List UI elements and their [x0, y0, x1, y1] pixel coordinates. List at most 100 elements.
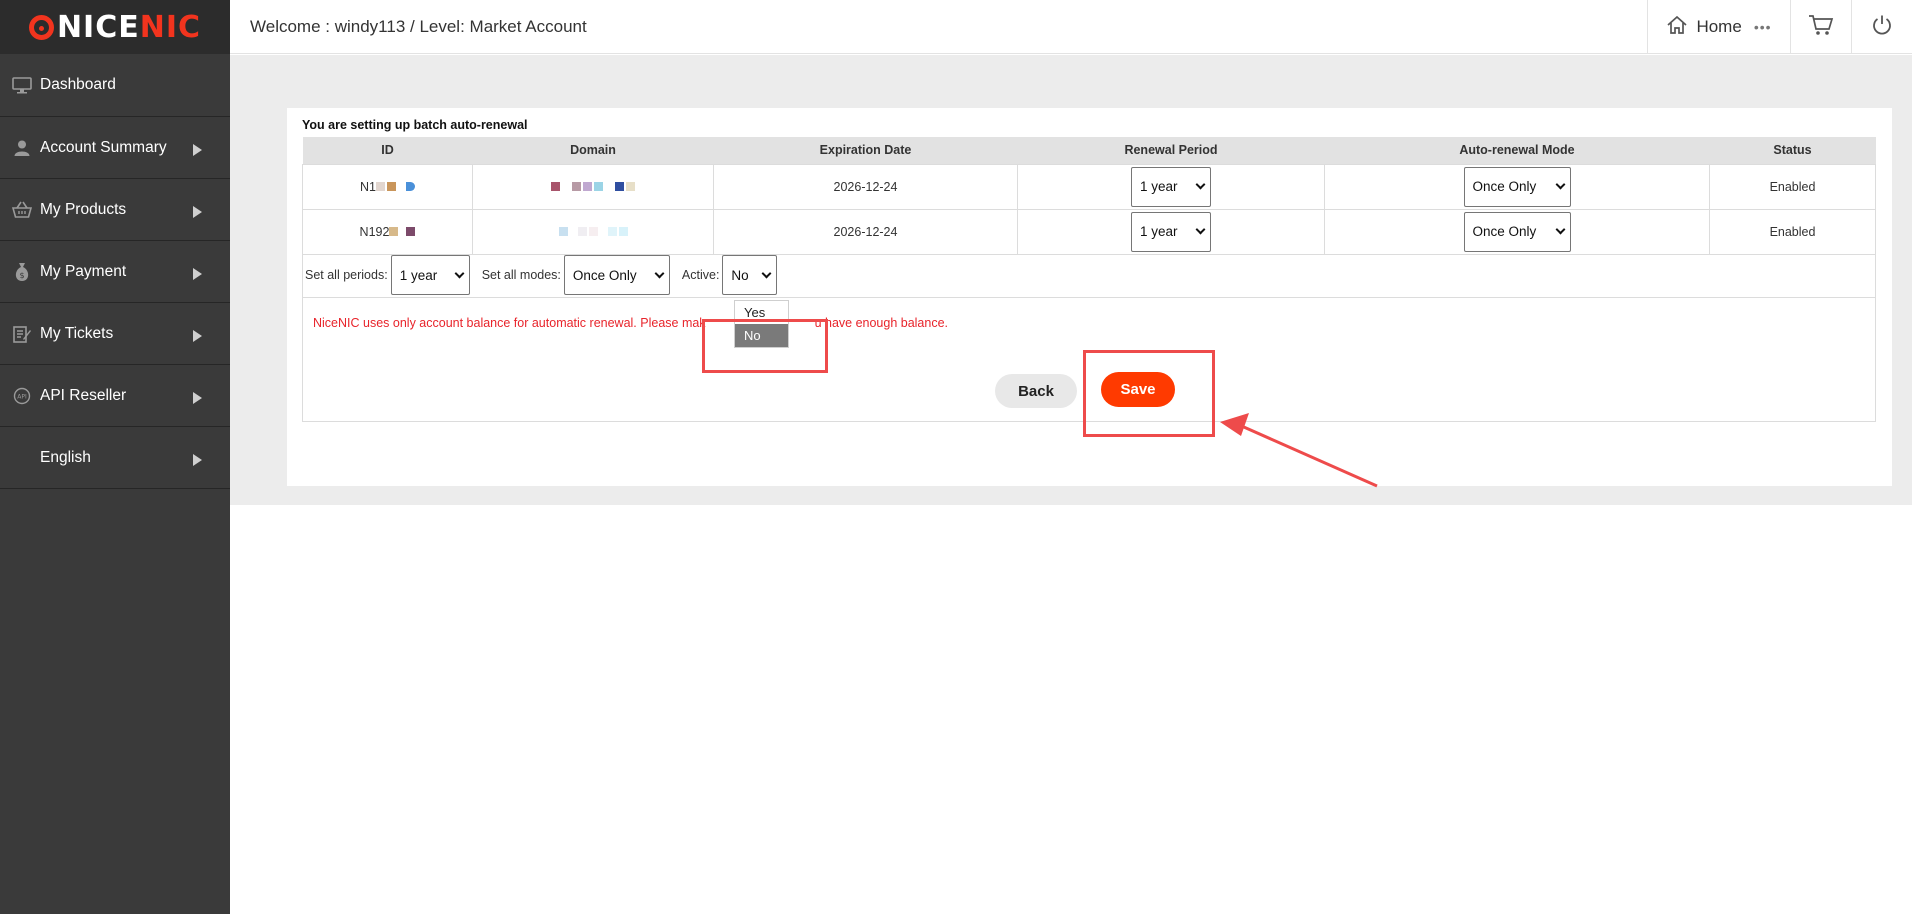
chevron-down-icon: [654, 268, 665, 278]
sidebar-item-language[interactable]: English: [0, 427, 230, 489]
cell-expiration: 2026-12-24: [713, 163, 1018, 210]
column-header-domain: Domain: [472, 137, 714, 164]
sidebar-item-my-tickets[interactable]: My Tickets: [0, 303, 230, 365]
set-all-periods-label: Set all periods:: [305, 268, 388, 282]
select-value: No: [731, 267, 749, 283]
top-right-actions: Home •••: [1647, 0, 1912, 54]
annotation-highlight-save: [1083, 350, 1215, 437]
sidebar-item-label: English: [40, 448, 91, 466]
logo-cat-icon: [28, 14, 54, 40]
chevron-right-icon: [193, 143, 202, 156]
column-header-status: Status: [1709, 137, 1876, 164]
column-header-expiration: Expiration Date: [713, 137, 1018, 164]
auto-renewal-mode-select[interactable]: Once Only: [1463, 166, 1571, 207]
welcome-text: Welcome : windy113 / Level: Market Accou…: [250, 17, 587, 36]
sidebar-item-label: Account Summary: [40, 138, 167, 156]
logout-button[interactable]: [1851, 0, 1912, 54]
chevron-right-icon: [193, 329, 202, 342]
select-value: 1 year: [399, 267, 438, 283]
redacted-id: [375, 181, 415, 191]
active-select[interactable]: No: [722, 255, 778, 295]
home-label: Home: [1696, 17, 1742, 36]
language-icon-spacer: [12, 448, 32, 468]
home-link[interactable]: Home •••: [1647, 0, 1790, 54]
logo-wordmark: NICE NIC: [28, 9, 202, 45]
chevron-down-icon: [761, 268, 772, 278]
table-row: N192 2026-12-24 1 year Once Only Enabled: [302, 208, 1876, 255]
redacted-domain: [551, 181, 635, 191]
renewal-table: ID Domain Expiration Date Renewal Period…: [302, 137, 1876, 255]
balance-notice: NiceNIC uses only account balance for au…: [313, 316, 948, 330]
notice-text-end: u have enough balance.: [814, 316, 949, 330]
sidebar-item-api-reseller[interactable]: API API Reseller: [0, 365, 230, 427]
logo-suffix: NIC: [139, 9, 202, 45]
sidebar-item-label: My Products: [40, 200, 127, 218]
select-value: Once Only: [1472, 179, 1537, 194]
sidebar-item-account-summary[interactable]: Account Summary: [0, 117, 230, 179]
row-id-text: N1: [360, 179, 376, 194]
cell-auto-renewal-mode: Once Only: [1324, 163, 1710, 210]
user-icon: [12, 138, 32, 158]
chevron-right-icon: [193, 391, 202, 404]
cell-id: N1: [302, 163, 473, 210]
money-bag-icon: $: [12, 262, 32, 282]
status-badge: Enabled: [1709, 163, 1876, 210]
table-row: N1 2026-12-24 1 year Once Only Enabled: [302, 163, 1876, 210]
cell-expiration: 2026-12-24: [713, 208, 1018, 255]
notice-text-start: NiceNIC uses only account balance for au…: [313, 316, 706, 330]
chevron-right-icon: [193, 267, 202, 280]
chevron-down-icon: [1195, 179, 1206, 190]
chevron-down-icon: [1195, 224, 1206, 235]
sidebar-item-dashboard[interactable]: Dashboard: [0, 54, 230, 117]
back-button[interactable]: Back: [995, 374, 1077, 408]
sidebar-item-my-payment[interactable]: $ My Payment: [0, 241, 230, 303]
column-header-id: ID: [302, 137, 473, 164]
card-title: You are setting up batch auto-renewal: [302, 118, 528, 132]
set-all-modes-select[interactable]: Once Only: [563, 255, 670, 295]
auto-renewal-mode-select[interactable]: Once Only: [1463, 211, 1571, 252]
renewal-period-select[interactable]: 1 year: [1131, 211, 1211, 252]
chevron-down-icon: [1555, 224, 1565, 235]
svg-text:$: $: [19, 271, 24, 280]
power-icon: [1871, 14, 1893, 41]
cell-domain: [472, 208, 714, 255]
ticket-edit-icon: [12, 324, 32, 344]
column-header-auto-renewal-mode: Auto-renewal Mode: [1324, 137, 1710, 164]
set-all-modes-label: Set all modes:: [481, 268, 561, 282]
monitor-icon: [12, 75, 32, 95]
more-icon[interactable]: •••: [1754, 19, 1772, 35]
cart-button[interactable]: [1790, 0, 1851, 54]
sidebar-item-label: API Reseller: [40, 386, 127, 404]
sidebar-item-my-products[interactable]: My Products: [0, 179, 230, 241]
cell-renewal-period: 1 year: [1017, 163, 1325, 210]
column-header-renewal-period: Renewal Period: [1017, 137, 1325, 164]
annotation-highlight-dropdown: [702, 319, 828, 373]
select-value: Once Only: [1472, 224, 1537, 239]
bulk-settings-row: Set all periods: 1 year Set all modes: O…: [302, 253, 1876, 298]
table-header-row: ID Domain Expiration Date Renewal Period…: [302, 137, 1876, 164]
sidebar-item-label: Dashboard: [40, 76, 116, 93]
nicenic-logo[interactable]: NICE NIC: [0, 0, 230, 54]
sidebar: NICE NIC Dashboard Account Summary My Pro…: [0, 0, 230, 914]
chevron-down-icon: [454, 268, 465, 278]
set-all-periods-select[interactable]: 1 year: [390, 255, 470, 295]
select-value: 1 year: [1140, 224, 1178, 239]
chevron-right-icon: [193, 205, 202, 218]
sidebar-item-label: My Payment: [40, 262, 127, 280]
active-label: Active:: [681, 268, 720, 282]
renewal-period-select[interactable]: 1 year: [1131, 166, 1211, 207]
status-badge: Enabled: [1709, 208, 1876, 255]
select-value: Once Only: [572, 267, 637, 283]
cell-domain: [472, 163, 714, 210]
api-icon: API: [12, 386, 32, 406]
row-id-text: N192: [359, 224, 390, 239]
chevron-right-icon: [193, 453, 202, 466]
select-value: 1 year: [1140, 179, 1178, 194]
top-bar: Welcome : windy113 / Level: Market Accou…: [230, 0, 1912, 54]
cell-id: N192: [302, 208, 473, 255]
cart-icon: [1808, 14, 1834, 41]
cell-renewal-period: 1 year: [1017, 208, 1325, 255]
home-icon: [1666, 15, 1688, 40]
svg-text:API: API: [17, 393, 27, 400]
redacted-id: [389, 226, 416, 236]
